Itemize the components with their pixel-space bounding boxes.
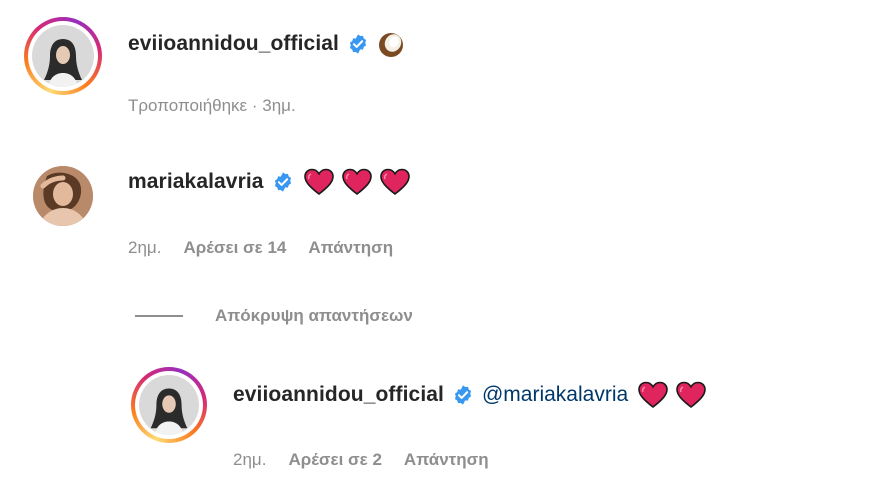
comment-timestamp: 2ημ. bbox=[233, 450, 267, 469]
red-heart-emoji-icon bbox=[638, 381, 668, 409]
red-heart-emoji-icon bbox=[676, 381, 706, 409]
comment-username[interactable]: eviioannidou_official bbox=[128, 32, 339, 56]
avatar bbox=[139, 375, 199, 435]
story-ring[interactable] bbox=[24, 17, 102, 95]
red-heart-emoji-icon bbox=[379, 168, 410, 196]
likes-count-link[interactable]: Αρέσει σε 14 bbox=[183, 238, 286, 258]
reply-button[interactable]: Απάντηση bbox=[308, 238, 393, 258]
verified-badge-icon bbox=[452, 384, 474, 406]
coconut-emoji-icon bbox=[377, 30, 405, 58]
hide-replies-toggle[interactable]: Απόκρυψη απαντήσεων bbox=[135, 306, 413, 326]
avatar bbox=[32, 25, 94, 87]
likes-count-link[interactable]: Αρέσει σε 2 bbox=[288, 450, 381, 470]
hide-replies-label: Απόκρυψη απαντήσεων bbox=[215, 306, 413, 325]
red-heart-emoji-icon bbox=[341, 168, 372, 196]
verified-badge-icon bbox=[272, 171, 294, 193]
reply-button[interactable]: Απάντηση bbox=[404, 450, 489, 470]
verified-badge-icon bbox=[347, 33, 369, 55]
red-heart-emoji-icon bbox=[303, 168, 334, 196]
comment-username[interactable]: eviioannidou_official bbox=[233, 383, 444, 407]
comment-username[interactable]: mariakalavria bbox=[128, 170, 264, 194]
divider-line bbox=[135, 315, 183, 317]
avatar[interactable] bbox=[33, 166, 93, 226]
mention-link[interactable]: @mariakalavria bbox=[482, 383, 628, 407]
comment-timestamp: 2ημ. bbox=[128, 238, 162, 257]
edited-timestamp: Τροποποιήθηκε · 3ημ. bbox=[128, 96, 296, 115]
story-ring[interactable] bbox=[131, 367, 207, 443]
